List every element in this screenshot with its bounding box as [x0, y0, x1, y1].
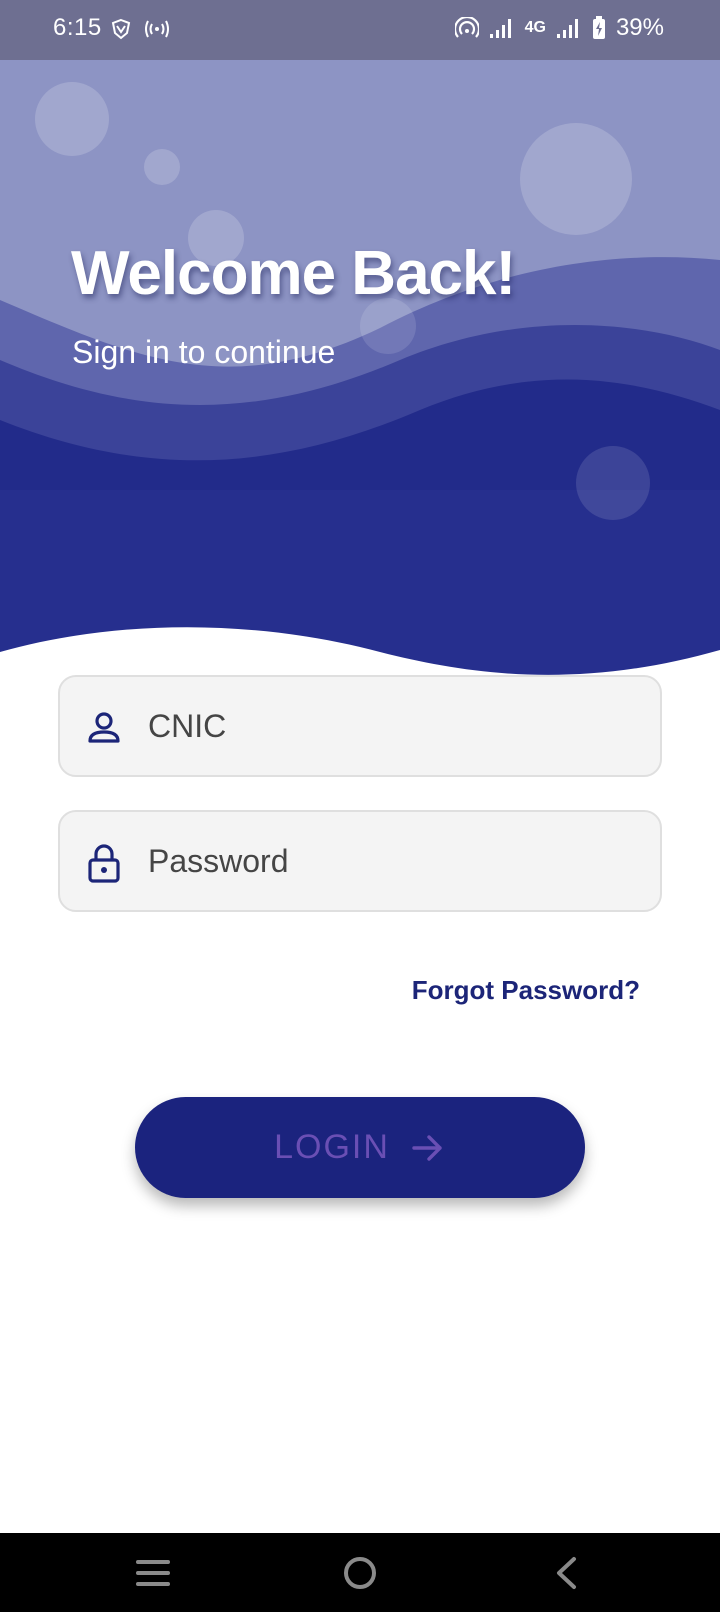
- page-subtitle: Sign in to continue: [72, 334, 336, 370]
- status-bar: 6:15 4G 39%: [0, 0, 720, 60]
- status-left-icons: [110, 18, 170, 40]
- network-type-label: 4G: [524, 19, 546, 36]
- forgot-password-link[interactable]: Forgot Password?: [412, 975, 640, 1006]
- home-icon[interactable]: [338, 1551, 382, 1595]
- back-icon[interactable]: [545, 1551, 589, 1595]
- wifi-hotspot-icon: [454, 17, 479, 38]
- password-input[interactable]: [148, 812, 638, 910]
- page-title: Welcome Back!: [71, 239, 516, 308]
- login-screen: 6:15 4G 39% Welcome Back! Sign in to con…: [0, 0, 720, 1612]
- menu-icon[interactable]: [131, 1551, 175, 1595]
- lock-icon: [88, 844, 120, 883]
- password-field-container[interactable]: [58, 810, 662, 912]
- hotspot-signal-icon: [145, 20, 169, 38]
- signal-strength-icon: [489, 19, 511, 38]
- cnic-input[interactable]: [148, 677, 638, 775]
- person-icon: [88, 712, 120, 743]
- vpn-shield-icon: [111, 18, 131, 40]
- cnic-field-container[interactable]: [58, 675, 662, 777]
- battery-percent: 39%: [615, 14, 664, 41]
- battery-charging-icon: [592, 16, 605, 39]
- status-right-icons: 4G 39%: [454, 14, 664, 42]
- login-button[interactable]: LOGIN: [135, 1097, 585, 1198]
- header-wave-background: [0, 60, 720, 700]
- arrow-right-icon: [412, 1134, 442, 1161]
- signal-strength-icon: [556, 19, 578, 38]
- status-time: 6:15: [53, 14, 102, 41]
- navigation-bar: [0, 1533, 720, 1612]
- login-button-label: LOGIN: [274, 1128, 390, 1166]
